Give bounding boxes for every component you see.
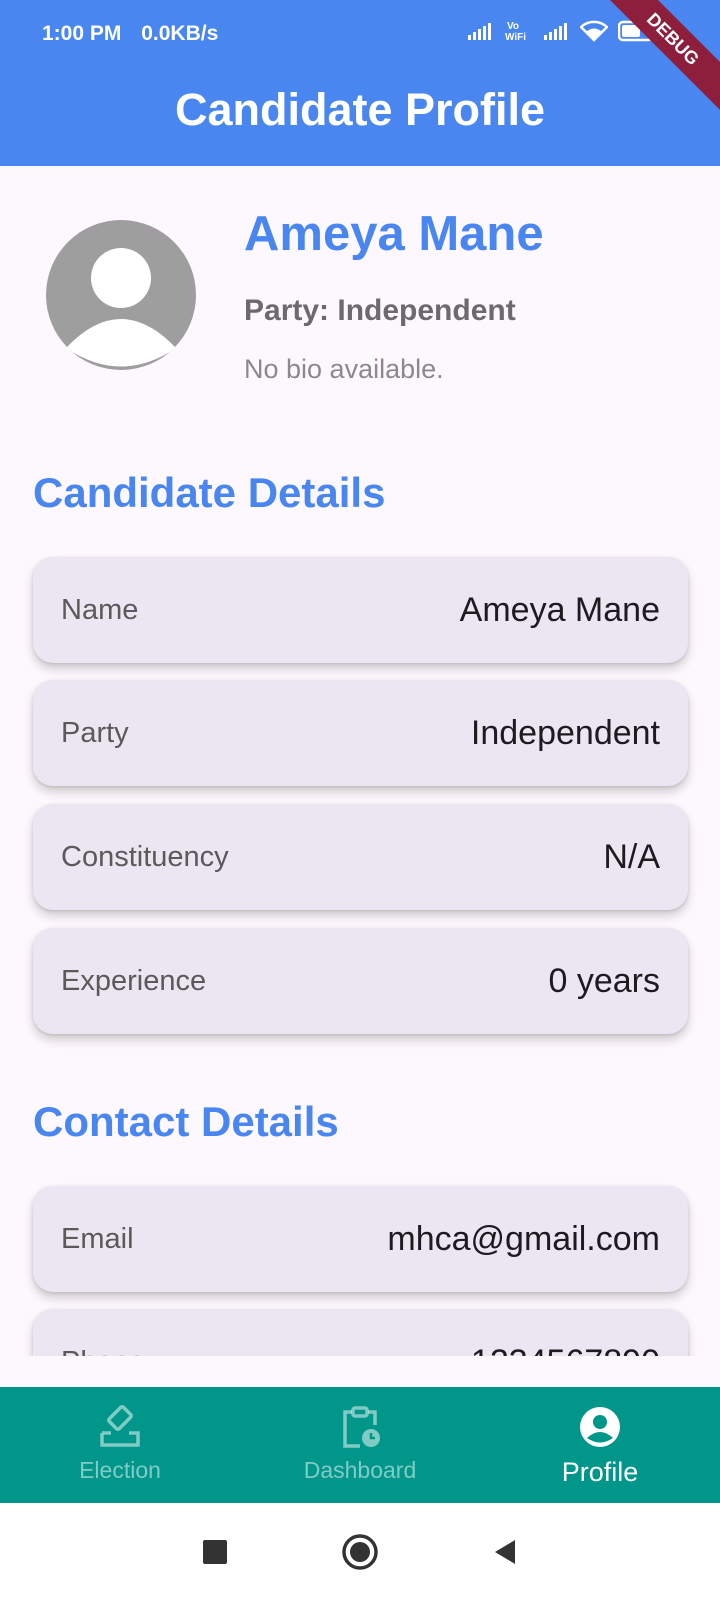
ballot-icon — [100, 1405, 140, 1447]
nav-item-profile[interactable]: Profile — [480, 1387, 720, 1503]
section-title-contact-details: Contact Details — [33, 1098, 339, 1145]
nav-label: Dashboard — [303, 1457, 417, 1483]
bottom-navigation: Election Dashboard Profile — [0, 1387, 720, 1503]
home-icon[interactable] — [341, 1533, 379, 1571]
recents-icon[interactable] — [201, 1538, 229, 1566]
detail-row-experience: Experience 0 years — [33, 928, 688, 1034]
contact-label: Phone — [61, 1346, 145, 1357]
detail-value: Ameya Mane — [459, 590, 660, 629]
status-bar: 1:00 PM 0.0KB/s — [42, 22, 232, 46]
clipboard-clock-icon — [343, 1406, 380, 1448]
detail-label: Name — [61, 593, 139, 626]
wifi-icon — [580, 20, 608, 42]
detail-label: Experience — [61, 964, 207, 997]
profile-content[interactable]: Ameya Mane Party: Independent No bio ava… — [0, 166, 720, 1356]
nav-item-dashboard[interactable]: Dashboard — [240, 1387, 480, 1503]
svg-text:Vo: Vo — [507, 21, 519, 32]
contact-label: Email — [61, 1222, 134, 1255]
signal-icon-2 — [544, 23, 567, 40]
nav-item-election[interactable]: Election — [0, 1387, 240, 1503]
detail-label: Party — [61, 716, 129, 749]
detail-row-constituency: Constituency N/A — [33, 804, 688, 910]
detail-value: Independent — [470, 713, 660, 752]
detail-row-name: Name Ameya Mane — [33, 557, 688, 663]
status-speed: 0.0KB/s — [141, 22, 219, 45]
detail-label: Constituency — [61, 840, 229, 873]
status-time: 1:00 PM — [42, 22, 122, 45]
detail-value: 0 years — [548, 961, 661, 1000]
app-bar: 1:00 PM 0.0KB/s Vo WiFi Candidate Profile… — [0, 0, 720, 166]
system-navigation-bar — [0, 1503, 720, 1600]
svg-text:WiFi: WiFi — [505, 32, 526, 42]
back-icon[interactable] — [491, 1538, 519, 1566]
page-title: Candidate Profile — [174, 84, 546, 135]
contact-value: mhca@gmail.com — [387, 1219, 660, 1258]
person-icon — [66, 248, 176, 367]
contact-value: 1234567890 — [471, 1343, 660, 1357]
candidate-bio: No bio available. — [244, 354, 444, 384]
nav-label: Profile — [561, 1457, 639, 1487]
vowifi-icon: VoWiFi — [505, 21, 526, 42]
signal-icon — [468, 23, 491, 40]
account-circle-icon — [580, 1407, 620, 1447]
contact-row-phone: Phone 1234567890 — [33, 1309, 688, 1356]
detail-row-party: Party Independent — [33, 680, 688, 786]
candidate-party: Party: Independent — [244, 294, 516, 327]
candidate-name: Ameya Mane — [244, 207, 544, 261]
status-icons: Vo WiFi — [466, 20, 658, 42]
section-title-candidate-details: Candidate Details — [33, 469, 386, 516]
detail-value: N/A — [603, 837, 660, 876]
avatar — [46, 220, 196, 370]
nav-label: Election — [79, 1457, 161, 1483]
contact-row-email: Email mhca@gmail.com — [33, 1186, 688, 1292]
